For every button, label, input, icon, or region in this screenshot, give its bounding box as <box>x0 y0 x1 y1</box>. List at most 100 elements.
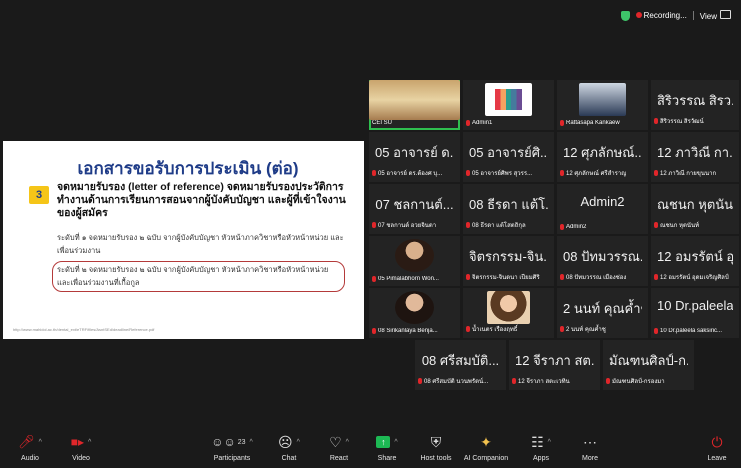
participant-name-label: สิริวรรณ สิรวัฒน์ <box>654 116 736 126</box>
participant-tile[interactable]: 2 นนท์ คุณค้ำชู 2 นนท์ คุณค้ำชู <box>557 288 648 338</box>
participant-tile[interactable]: น้ำเนตร เรืองฤทธิ์ <box>463 288 554 338</box>
participant-name-label: 08 ศรีสมบัติ นวนพรัตน์... <box>418 376 503 386</box>
participant-display-name: 08 ธีรดา แต้โ... <box>469 197 548 212</box>
ai-companion-label: AI Companion <box>463 455 509 462</box>
participant-name: สิริวรรณ สิรวัฒน์ <box>660 119 704 125</box>
participant-tile[interactable]: 08 ปัทมวรรณ... 08 ปัทมวรรณ เมืองช่อง <box>557 236 648 286</box>
participant-display-name: สิริวรรณ สิรว... <box>657 93 733 108</box>
participants-icon: ☺☺ <box>211 435 236 449</box>
chat-button[interactable]: ☹︎ ^ Chat <box>264 432 314 463</box>
mic-muted-icon <box>372 276 376 282</box>
participant-video <box>369 80 460 120</box>
participant-tile[interactable]: Admin2 Admin2 <box>557 184 648 234</box>
mic-muted-icon <box>466 222 470 228</box>
participant-name: 10 Dr.paleela saksiric... <box>660 328 723 334</box>
participant-display-name: มัณฑนศิลป์-ก... <box>609 353 688 368</box>
participant-tile[interactable]: 12 ภาวิณี กา... 12 ภาวิณี กายขุนนาก <box>651 132 739 182</box>
participant-name: 08 ธีรดา แต้โสตถิกุล <box>472 223 526 229</box>
participant-name-label: 12 ศุภลักษณ์ ศรีสำราญ <box>560 168 645 178</box>
more-button[interactable]: ⋯ More <box>565 432 615 463</box>
participant-name-label: 2 นนท์ คุณค้ำชู <box>560 324 645 334</box>
chevron-up-icon[interactable]: ^ <box>39 439 42 446</box>
apps-grid-icon: ☷ <box>531 433 544 450</box>
recording-indicator[interactable]: Recording... <box>635 11 687 20</box>
view-icon <box>720 10 731 19</box>
participant-tile[interactable]: 08 Sirikanlaya Benja... <box>369 288 460 338</box>
participant-tile[interactable]: Admin1 <box>463 80 554 130</box>
shield-icon: ⛨ <box>430 433 442 450</box>
shared-screen[interactable]: เอกสารขอรับการประเมิน (ต่อ) 3 จดหมายรับร… <box>3 141 364 339</box>
participant-name-label: 05 อาจารย์ศิพร สุวรร... <box>466 168 551 178</box>
participant-tile[interactable]: 05 Pimalabhorn Won... <box>369 236 460 286</box>
mic-muted-icon <box>654 222 658 228</box>
mic-muted-icon <box>560 274 564 280</box>
leave-button[interactable]: ⏻ Leave <box>695 432 739 463</box>
chevron-up-icon[interactable]: ^ <box>548 439 551 446</box>
participant-tile[interactable]: Rattasapa Kankaew <box>557 80 648 130</box>
participant-tile[interactable]: 12 จีราภา สต... 12 จีราภา สตะเวทิน <box>509 340 600 390</box>
participant-name-label: มัณฑนศิลป์-กรองมา <box>606 376 691 386</box>
ai-companion-button[interactable]: ✦ AI Companion <box>456 432 516 463</box>
participant-tile[interactable]: 07 ชลกานต์... 07 ชลกานต์ อวยจินดา <box>369 184 460 234</box>
participant-name-label: 12 อมรรัตน์ อุดมเจริญศิลป์ <box>654 272 736 282</box>
participants-label: Participants <box>213 455 251 462</box>
participants-button[interactable]: ☺☺ 23 ^ Participants <box>202 432 262 462</box>
mic-muted-icon <box>654 274 658 280</box>
participant-tile[interactable]: 12 ศุภลักษณ์... 12 ศุภลักษณ์ ศรีสำราญ <box>557 132 648 182</box>
participant-video <box>579 83 626 116</box>
chevron-up-icon[interactable]: ^ <box>250 439 253 446</box>
mic-muted-icon <box>466 170 470 176</box>
participant-name-label: Admin1 <box>466 120 551 126</box>
participant-name: 2 นนท์ คุณค้ำชู <box>566 327 606 333</box>
divider <box>692 11 694 20</box>
participant-tile[interactable]: 12 อมรรัตน์ อุ... 12 อมรรัตน์ อุดมเจริญศิ… <box>651 236 739 286</box>
participant-tile[interactable]: จิตรกรรม-จิน... จิตรกรรม-จินดนา เปียมศิริ <box>463 236 554 286</box>
participant-name-label: 08 ปัทมวรรณ เมืองช่อง <box>560 272 645 282</box>
host-tools-button[interactable]: ⛨ Host tools <box>411 432 461 463</box>
audio-button[interactable]: 🎤︎ ^ Audio <box>5 432 55 462</box>
mic-muted-icon <box>560 170 564 176</box>
participant-display-name: 08 ปัทมวรรณ... <box>563 249 642 264</box>
recording-dot-icon <box>635 12 642 18</box>
chat-bubble-icon: ☹︎ <box>278 433 293 450</box>
participant-tile[interactable]: มัณฑนศิลป์-ก... มัณฑนศิลป์-กรองมา <box>603 340 694 390</box>
participant-tile[interactable]: 05 อาจารย์ศิ... 05 อาจารย์ศิพร สุวรร... <box>463 132 554 182</box>
video-button[interactable]: ■▸ ^ Video <box>56 432 106 462</box>
participant-tile[interactable]: สิริวรรณ สิรว... สิริวรรณ สิรวัฒน์ <box>651 80 739 130</box>
participant-video <box>395 291 434 324</box>
participant-name: 05 Pimalabhorn Won... <box>378 276 439 282</box>
participant-tile[interactable]: 05 อาจารย์ ด... 05 อาจารย์ ดร.ต้องศ บุ... <box>369 132 460 182</box>
participant-display-name: จิตรกรรม-จิน... <box>469 249 548 264</box>
chevron-up-icon[interactable]: ^ <box>346 439 349 446</box>
participant-display-name: 12 อมรรัตน์ อุ... <box>657 249 733 264</box>
apps-button[interactable]: ☷ ^ Apps <box>516 432 566 463</box>
participant-tile[interactable]: 08 ธีรดา แต้โ... 08 ธีรดา แต้โสตถิกุล <box>463 184 554 234</box>
participant-name: 12 ศุภลักษณ์ ศรีสำราญ <box>566 171 627 177</box>
participant-name: ณชนก หุตนันท์ <box>660 223 700 229</box>
slide-number-badge: 3 <box>29 186 49 204</box>
participant-tile[interactable]: ณชนก หุตนันท์ณชนก หุตนันท์ <box>651 184 739 234</box>
participant-count: 23 <box>237 438 246 446</box>
participant-name-label: Rattasapa Kankaew <box>560 120 645 126</box>
participant-video <box>395 239 434 272</box>
participant-tile[interactable]: 10 Dr.paleela... 10 Dr.paleela saksiric..… <box>651 288 739 338</box>
view-button[interactable]: View <box>700 10 731 21</box>
chevron-up-icon[interactable]: ^ <box>88 439 91 446</box>
mic-muted-icon <box>372 328 376 334</box>
participant-name: น้ำเนตร เรืองฤทธิ์ <box>472 327 518 333</box>
chat-label: Chat <box>281 455 297 462</box>
participant-name: 08 ปัทมวรรณ เมืองช่อง <box>566 275 627 281</box>
chevron-up-icon[interactable]: ^ <box>394 439 397 446</box>
slide-bullet-2: ระดับที่ ๒ จดหมายรับรอง ๒ ฉบับ จากผู้บัง… <box>57 265 329 287</box>
participant-name-label: จิตรกรรม-จินดนา เปียมศิริ <box>466 272 551 282</box>
participant-display-name: 08 ศรีสมบัติ... <box>421 353 500 368</box>
participant-tile[interactable]: CEI SU <box>369 80 460 130</box>
security-shield-icon[interactable] <box>620 10 630 21</box>
react-button[interactable]: ♡ ^ React <box>314 432 364 463</box>
participant-name-label: 12 ภาวิณี กายขุนนาก <box>654 168 736 178</box>
chevron-up-icon[interactable]: ^ <box>297 439 300 446</box>
participant-name: จิตรกรรม-จินดนา เปียมศิริ <box>472 275 540 281</box>
participant-tile[interactable]: 08 ศรีสมบัติ... 08 ศรีสมบัติ นวนพรัตน์... <box>415 340 506 390</box>
slide-footer-url: http://www.mahidol.ac.th/dental_ext/eTRF… <box>13 327 155 332</box>
share-button[interactable]: ↑ ^ Share <box>362 432 412 462</box>
